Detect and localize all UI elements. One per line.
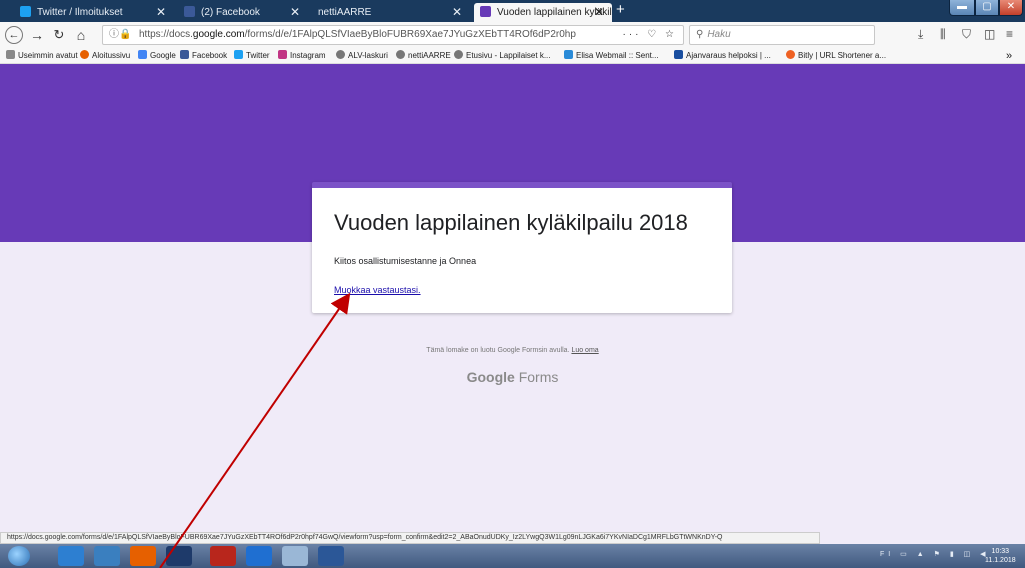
clock[interactable]: 10:33 11.1.2018 [985,547,1016,565]
start-button[interactable] [8,546,30,566]
firefox-icon [80,50,89,59]
chrome-icon[interactable] [246,546,272,566]
globe-icon [396,50,405,59]
tab-twitter[interactable]: Twitter / Ilmoitukset ✕ [14,3,174,22]
twitter-icon [234,50,243,59]
bookmark-facebook[interactable]: Facebook [180,48,227,63]
app-icon[interactable] [210,546,236,566]
bookmark-nettiaarre[interactable]: nettiAARRE [396,48,451,63]
mail-icon [564,50,573,59]
confirmation-message: Kiitos osallistumisestanne ja Onnea [334,256,477,266]
edit-response-link[interactable]: Muokkaa vastaustasi. [334,285,421,295]
tab-forms-active[interactable]: Vuoden lappilainen kyläkilpailu ✕ [474,3,612,22]
word-icon[interactable] [318,546,344,566]
bookmark-aloitussivu[interactable]: Aloitussivu [80,48,130,63]
page-content: Vuoden lappilainen kyläkilpailu 2018 Kii… [0,64,1025,543]
navigation-toolbar: ← → ↻ ⌂ ⓘ🔒 https://docs.google.com/forms… [0,22,1025,48]
folder-icon[interactable] [282,546,308,566]
home-button[interactable]: ⌂ [72,26,90,44]
close-window-button[interactable]: ✕ [999,0,1023,16]
search-icon: ⚲ [696,29,704,40]
tab-nettiaarre[interactable]: nettiAARRE ✕ [312,3,470,22]
forms-footer-note: Tämä lomake on luotu Google Formsin avul… [426,347,599,354]
tab-label: Twitter / Ilmoitukset [37,7,123,18]
status-bar-url: https://docs.google.com/forms/d/e/1FAlpQ… [0,532,820,544]
menu-icon[interactable]: ≡ [1006,27,1013,41]
bookmarks-overflow-icon[interactable]: » [1006,48,1012,63]
maximize-button[interactable]: ▢ [975,0,999,16]
address-bar[interactable]: ⓘ🔒 https://docs.google.com/forms/d/e/1FA… [102,25,684,45]
app-icon[interactable] [166,546,192,566]
bookmarks-bar: Useimmin avatut Aloitussivu Google Faceb… [0,48,1025,64]
bookmark-ajanvaraus[interactable]: Ajanvaraus helpoksi | ... [674,48,771,63]
lock-icon: ⓘ🔒 [109,29,132,40]
downloads-icon[interactable]: ⤓ [918,27,923,42]
library-icon[interactable]: ⫼ [940,27,946,42]
back-button[interactable]: ← [5,26,23,44]
reload-button[interactable]: ↻ [50,26,68,44]
window-titlebar: Twitter / Ilmoitukset ✕ (2) Facebook ✕ n… [0,0,1025,22]
bookmark-elisa-webmail[interactable]: Elisa Webmail :: Sent... [564,48,659,63]
tab-label: nettiAARRE [318,7,372,18]
new-tab-button[interactable]: + [616,1,625,18]
bookmark-etusivu[interactable]: Etusivu - Lappilaiset k... [454,48,550,63]
form-title: Vuoden lappilainen kyläkilpailu 2018 [334,210,688,235]
gear-icon [6,50,15,59]
facebook-icon [184,6,195,17]
media-player-icon[interactable] [94,546,120,566]
close-icon[interactable]: ✕ [156,3,166,22]
instagram-icon [278,50,287,59]
bookmark-bitly[interactable]: Bitly | URL Shortener a... [786,48,886,63]
google-forms-logo[interactable]: Google Forms [0,369,1025,385]
search-input[interactable]: ⚲ Haku [689,25,875,45]
create-own-link[interactable]: Luo oma [571,347,598,354]
system-tray[interactable]: FI ▭ ▲ ⚑ ▮ ◫ ◀ [880,550,990,558]
sidebar-icon[interactable]: ◫ [984,27,995,41]
bookmark-instagram[interactable]: Instagram [278,48,326,63]
forward-button[interactable]: → [28,26,46,44]
ie-icon[interactable] [58,546,84,566]
forms-icon [480,6,491,17]
globe-icon [336,50,345,59]
twitter-icon [20,6,31,17]
bitly-icon [786,50,795,59]
minimize-button[interactable]: ▬ [949,0,975,16]
facebook-icon [180,50,189,59]
bookmark-most-visited[interactable]: Useimmin avatut [6,48,78,63]
page-actions-icon[interactable]: ··· ♡ ☆ [623,26,677,44]
close-icon[interactable]: ✕ [290,3,300,22]
address-text: https://docs.google.com/forms/d/e/1FAlpQ… [139,29,576,40]
calendar-icon [674,50,683,59]
confirmation-card: Vuoden lappilainen kyläkilpailu 2018 Kii… [312,182,732,313]
shield-icon[interactable]: ⛉ [962,27,971,42]
firefox-icon[interactable] [130,546,156,566]
globe-icon [454,50,463,59]
bookmark-alv-laskuri[interactable]: ALV-laskuri [336,48,388,63]
bookmark-twitter[interactable]: Twitter [234,48,270,63]
tab-label: (2) Facebook [201,7,260,18]
close-icon[interactable]: ✕ [594,3,604,22]
google-icon [138,50,147,59]
bookmark-google[interactable]: Google [138,48,176,63]
close-icon[interactable]: ✕ [452,3,462,22]
tab-facebook[interactable]: (2) Facebook ✕ [178,3,308,22]
windows-taskbar: FI ▭ ▲ ⚑ ▮ ◫ ◀ 10:33 11.1.2018 [0,544,1025,568]
